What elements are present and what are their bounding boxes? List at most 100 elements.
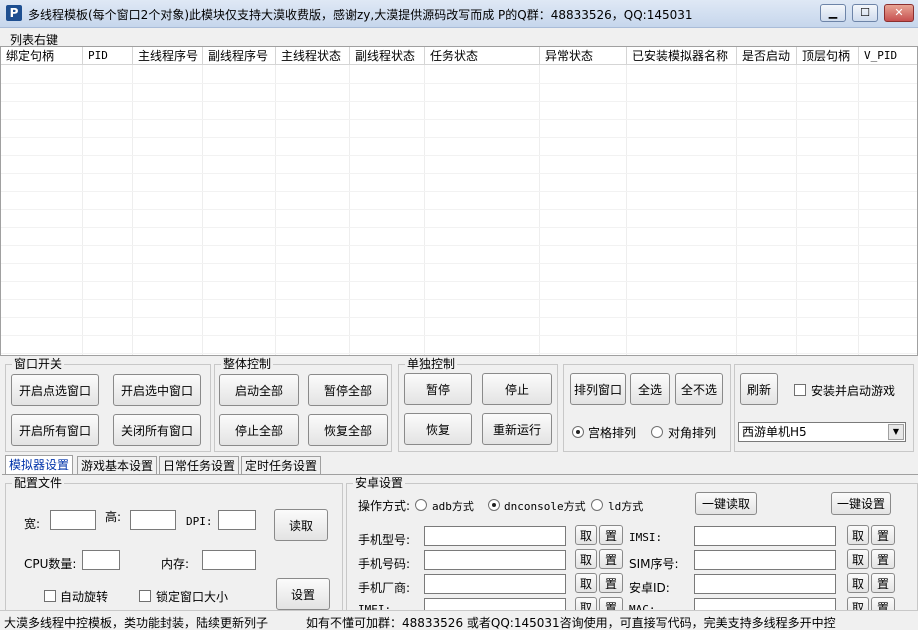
manufacturer-take-button[interactable]: 取 bbox=[575, 573, 597, 593]
row-gridline bbox=[1, 209, 917, 210]
open-selected-points-button[interactable]: 开启点选窗口 bbox=[11, 374, 99, 406]
column-divider bbox=[275, 65, 276, 355]
sim-serial-set-button[interactable]: 置 bbox=[871, 549, 895, 569]
column-header-top-handle[interactable]: 顶层句柄 bbox=[797, 47, 859, 65]
status-text-right: 如有不懂可加群：48833526 或者QQ:145031咨询使用，可直接写代码，… bbox=[306, 616, 836, 630]
memory-label: 内存: bbox=[161, 557, 190, 571]
tab-emulator-settings[interactable]: 模拟器设置 bbox=[5, 455, 74, 475]
column-header-pid[interactable]: PID bbox=[83, 47, 133, 65]
phone-model-label: 手机型号: bbox=[358, 533, 411, 547]
column-header-sub-thread-no[interactable]: 副线程序号 bbox=[203, 47, 276, 65]
open-selected-button[interactable]: 开启选中窗口 bbox=[113, 374, 201, 406]
column-header-started[interactable]: 是否启动 bbox=[737, 47, 797, 65]
imsi-input[interactable] bbox=[694, 526, 836, 546]
manufacturer-set-button[interactable]: 置 bbox=[599, 573, 623, 593]
stop-all-button[interactable]: 停止全部 bbox=[219, 414, 299, 446]
close-all-button[interactable]: 关闭所有窗口 bbox=[113, 414, 201, 446]
phone-number-set-button[interactable]: 置 bbox=[599, 549, 623, 569]
column-header-main-thread-status[interactable]: 主线程状态 bbox=[276, 47, 350, 65]
row-gridline bbox=[1, 191, 917, 192]
column-header-emulator-name[interactable]: 已安装模拟器名称 bbox=[627, 47, 737, 65]
diagonal-arrange-radio[interactable] bbox=[651, 426, 663, 438]
imsi-label: IMSI: bbox=[629, 531, 663, 544]
open-all-button[interactable]: 开启所有窗口 bbox=[11, 414, 99, 446]
window-list[interactable]: 绑定句柄 PID 主线程序号 副线程序号 主线程状态 副线程状态 任务状态 异常… bbox=[0, 46, 918, 356]
column-header-task-status[interactable]: 任务状态 bbox=[425, 47, 540, 65]
title-bar: P 多线程模板(每个窗口2个对象)此模块仅支持大漠收费版，感谢zy,大漠提供源码… bbox=[0, 0, 918, 28]
dpi-input[interactable] bbox=[218, 510, 256, 530]
grid-arrange-radio[interactable] bbox=[572, 426, 584, 438]
diagonal-arrange-label: 对角排列 bbox=[668, 426, 717, 440]
grid-arrange-label: 宫格排列 bbox=[588, 426, 637, 440]
android-id-take-button[interactable]: 取 bbox=[847, 573, 869, 593]
height-input[interactable] bbox=[130, 510, 176, 530]
stop-button[interactable]: 停止 bbox=[482, 373, 552, 405]
chevron-down-icon[interactable]: ▼ bbox=[888, 424, 904, 440]
column-header-v-pid[interactable]: V_PID bbox=[859, 47, 917, 65]
sim-serial-label: SIM序号: bbox=[629, 557, 679, 571]
minimize-button[interactable]: ▁ bbox=[820, 4, 846, 22]
close-button[interactable]: ✕ bbox=[884, 4, 914, 22]
start-all-button[interactable]: 启动全部 bbox=[219, 374, 299, 406]
tab-daily-task-settings[interactable]: 日常任务设置 bbox=[159, 456, 240, 475]
phone-number-input[interactable] bbox=[424, 550, 566, 570]
resume-all-button[interactable]: 恢复全部 bbox=[308, 414, 388, 446]
column-divider bbox=[424, 65, 425, 355]
resume-button[interactable]: 恢复 bbox=[404, 413, 472, 445]
sim-serial-take-button[interactable]: 取 bbox=[847, 549, 869, 569]
group-label-global-control: 整体控制 bbox=[221, 357, 274, 371]
tab-game-basic-settings[interactable]: 游戏基本设置 bbox=[77, 456, 158, 475]
cpu-input[interactable] bbox=[82, 550, 120, 570]
mode-adb-radio[interactable] bbox=[415, 499, 427, 511]
phone-model-take-button[interactable]: 取 bbox=[575, 525, 597, 545]
row-gridline bbox=[1, 83, 917, 84]
sim-serial-input[interactable] bbox=[694, 550, 836, 570]
column-divider bbox=[736, 65, 737, 355]
row-gridline bbox=[1, 101, 917, 102]
row-gridline bbox=[1, 335, 917, 336]
android-id-label: 安卓ID: bbox=[629, 581, 670, 595]
column-header-main-thread-no[interactable]: 主线程序号 bbox=[133, 47, 203, 65]
lock-size-checkbox[interactable] bbox=[139, 590, 151, 602]
auto-rotate-checkbox[interactable] bbox=[44, 590, 56, 602]
column-header-sub-thread-status[interactable]: 副线程状态 bbox=[350, 47, 425, 65]
set-config-button[interactable]: 设置 bbox=[276, 578, 330, 610]
column-header-bind-handle[interactable]: 绑定句柄 bbox=[1, 47, 83, 65]
phone-number-take-button[interactable]: 取 bbox=[575, 549, 597, 569]
imsi-take-button[interactable]: 取 bbox=[847, 525, 869, 545]
window-title: 多线程模板(每个窗口2个对象)此模块仅支持大漠收费版，感谢zy,大漠提供源码改写… bbox=[28, 8, 693, 22]
column-header-error-status[interactable]: 异常状态 bbox=[540, 47, 627, 65]
pause-all-button[interactable]: 暂停全部 bbox=[308, 374, 388, 406]
group-label-single-control: 单独控制 bbox=[405, 357, 458, 371]
mode-ld-radio[interactable] bbox=[591, 499, 603, 511]
memory-input[interactable] bbox=[202, 550, 256, 570]
rerun-button[interactable]: 重新运行 bbox=[482, 413, 552, 445]
column-divider bbox=[626, 65, 627, 355]
imsi-set-button[interactable]: 置 bbox=[871, 525, 895, 545]
install-launch-checkbox[interactable] bbox=[794, 384, 806, 396]
android-id-set-button[interactable]: 置 bbox=[871, 573, 895, 593]
dpi-label: DPI: bbox=[186, 515, 213, 528]
read-config-button[interactable]: 读取 bbox=[274, 509, 328, 541]
game-select[interactable]: 西游单机H5 ▼ bbox=[738, 422, 906, 442]
list-header: 绑定句柄 PID 主线程序号 副线程序号 主线程状态 副线程状态 任务状态 异常… bbox=[1, 47, 917, 65]
column-divider bbox=[539, 65, 540, 355]
arrange-windows-button[interactable]: 排列窗口 bbox=[570, 373, 626, 405]
phone-model-input[interactable] bbox=[424, 526, 566, 546]
refresh-button[interactable]: 刷新 bbox=[740, 373, 778, 405]
select-all-button[interactable]: 全选 bbox=[630, 373, 670, 405]
mode-dnconsole-radio[interactable] bbox=[488, 499, 500, 511]
select-none-button[interactable]: 全不选 bbox=[675, 373, 723, 405]
android-id-input[interactable] bbox=[694, 574, 836, 594]
phone-model-set-button[interactable]: 置 bbox=[599, 525, 623, 545]
row-gridline bbox=[1, 245, 917, 246]
read-all-button[interactable]: 一键读取 bbox=[695, 492, 757, 515]
width-input[interactable] bbox=[50, 510, 96, 530]
status-bar: 大漠多线程中控模板，类功能封装，陆续更新列子 如有不懂可加群：48833526 … bbox=[0, 610, 918, 630]
row-gridline bbox=[1, 299, 917, 300]
tab-timed-task-settings[interactable]: 定时任务设置 bbox=[241, 456, 322, 475]
maximize-button[interactable]: ☐ bbox=[852, 4, 878, 22]
manufacturer-input[interactable] bbox=[424, 574, 566, 594]
set-all-button[interactable]: 一键设置 bbox=[831, 492, 891, 515]
pause-button[interactable]: 暂停 bbox=[404, 373, 472, 405]
